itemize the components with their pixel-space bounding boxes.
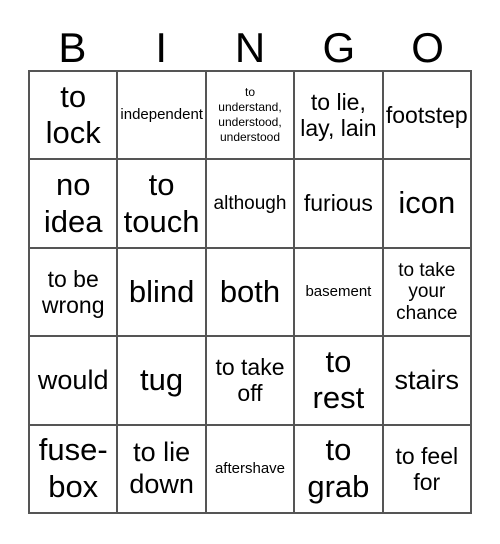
bingo-cell-label: to lie down (129, 437, 194, 499)
bingo-cell[interactable]: blind (118, 248, 207, 338)
bingo-cell[interactable]: to touch (118, 160, 207, 249)
bingo-cell-label: to grab (307, 432, 370, 504)
bingo-cell[interactable]: would (30, 337, 119, 426)
bingo-cell[interactable]: to feel for (383, 425, 472, 514)
bingo-cell-label: fuse- box (38, 432, 108, 504)
bingo-cell[interactable]: aftershave (206, 425, 296, 514)
bingo-cell-label: basement (305, 283, 372, 301)
header-letter-b: B (58, 24, 87, 71)
bingo-card: B I N G O to lock independent to underst… (0, 0, 500, 544)
header-letter-n: N (234, 24, 266, 71)
bingo-cell-label: to be wrong (41, 265, 105, 318)
bingo-cell-label: would (37, 364, 109, 395)
bingo-cell[interactable]: to lie, lay, lain (295, 72, 384, 161)
bingo-cell[interactable]: although (206, 160, 296, 249)
bingo-cell-label: blind (128, 273, 195, 309)
bingo-cell-label: footstep (385, 102, 468, 129)
bingo-cell-label: both (219, 273, 281, 309)
bingo-cell[interactable]: to grab (295, 425, 384, 514)
bingo-cell-label: stairs (394, 364, 460, 395)
bingo-cell-label: to rest (312, 343, 365, 416)
bingo-cell-label: furious (303, 190, 373, 217)
bingo-cell[interactable]: no idea (30, 160, 119, 249)
header-letter-i: I (155, 24, 168, 71)
bingo-cell[interactable]: both (206, 248, 296, 338)
bingo-cell[interactable]: to understand, understood, understood (206, 72, 296, 161)
bingo-cell-label: aftershave (214, 459, 286, 477)
bingo-cell[interactable]: stairs (383, 337, 472, 426)
bingo-cell-label: no idea (43, 167, 103, 239)
bingo-cell-label: although (213, 192, 287, 214)
bingo-cell[interactable]: icon (383, 160, 472, 249)
bingo-cell-label: independent (120, 106, 203, 124)
bingo-cell-label: to feel for (395, 442, 459, 495)
bingo-cell-label: to touch (123, 167, 200, 239)
bingo-cell[interactable]: fuse- box (30, 425, 119, 514)
bingo-cell-label: tug (140, 362, 184, 398)
bingo-cell[interactable]: tug (118, 337, 207, 426)
bingo-cell[interactable]: footstep (383, 72, 472, 161)
bingo-grid: to lock independent to understand, under… (28, 70, 472, 514)
bingo-header-row: B I N G O (28, 18, 472, 70)
bingo-cell-label: to take off (215, 354, 285, 407)
bingo-cell-label: to lie, lay, lain (300, 88, 377, 142)
bingo-cell-label: icon (398, 185, 456, 221)
bingo-cell-label: to understand, understood, understood (218, 85, 282, 145)
bingo-cell[interactable]: to take your chance (383, 248, 472, 338)
bingo-cell[interactable]: independent (118, 72, 207, 161)
header-letter-o: O (411, 24, 444, 71)
bingo-cell[interactable]: to take off (206, 337, 296, 426)
bingo-cell-label: to take your chance (396, 259, 458, 324)
bingo-cell[interactable]: to rest (295, 337, 384, 426)
bingo-cell-label: to lock (45, 78, 101, 151)
bingo-cell[interactable]: to lie down (118, 425, 207, 514)
header-letter-g: G (322, 24, 356, 71)
bingo-cell[interactable]: furious (295, 160, 384, 249)
bingo-cell[interactable]: to be wrong (30, 248, 119, 338)
bingo-cell[interactable]: to lock (30, 72, 119, 161)
bingo-cell[interactable]: basement (295, 248, 384, 338)
